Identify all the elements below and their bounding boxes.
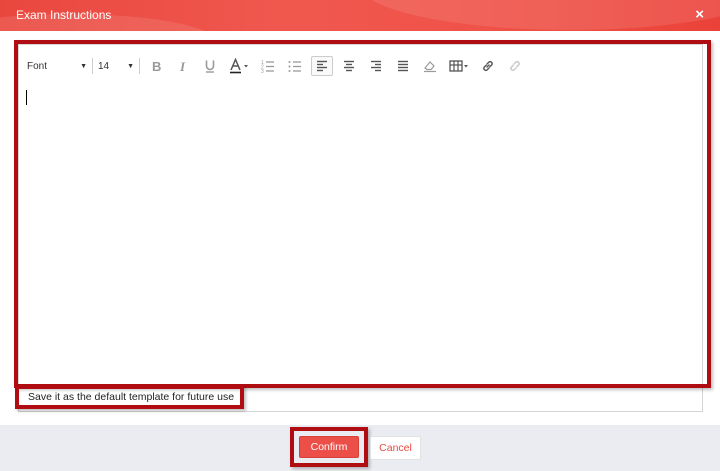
align-justify-button[interactable] [392,56,414,76]
font-family-select[interactable]: Font ▼ [27,56,87,76]
link-button[interactable] [477,56,499,76]
titlebar-decoration [360,0,720,30]
font-color-icon [230,58,248,74]
align-right-button[interactable] [365,56,387,76]
font-family-value: Font [27,60,48,72]
editor-content[interactable] [27,89,694,373]
editor-toolbar: Font ▼ 14 ▼ B I 1 2 3 [27,55,531,77]
bold-icon: B [152,59,161,73]
align-left-icon [317,60,327,72]
chevron-down-icon: ▼ [127,62,134,70]
table-button[interactable] [446,56,472,76]
toolbar-divider [139,58,140,74]
confirm-button[interactable]: Confirm [299,436,359,458]
clear-format-icon [424,61,436,73]
chevron-down-icon: ▼ [80,62,87,70]
dialog-title: Exam Instructions [16,8,112,22]
dialog-footer: Confirm Cancel [0,425,720,471]
font-color-button[interactable] [226,56,252,76]
underline-button[interactable] [199,56,221,76]
align-center-button[interactable] [338,56,360,76]
svg-text:I: I [179,59,186,73]
italic-icon: I [179,59,186,73]
link-icon [483,61,493,71]
font-size-value: 14 [98,60,110,72]
svg-text:B: B [152,59,161,73]
italic-button[interactable]: I [172,56,194,76]
ordered-list-button[interactable]: 123 [257,56,279,76]
unordered-list-button[interactable] [284,56,306,76]
ordered-list-icon: 123 [261,60,274,73]
cancel-button[interactable]: Cancel [370,436,421,460]
unlink-icon [510,61,520,71]
save-default-template-option[interactable]: Save it as the default template for futu… [15,385,244,409]
bold-button[interactable]: B [145,56,167,76]
table-icon [449,60,468,72]
font-size-select[interactable]: 14 ▼ [98,56,134,76]
exam-instructions-dialog: Exam Instructions × Font ▼ 14 ▼ B I 1 2 … [0,0,720,471]
unordered-list-icon [288,61,301,72]
close-icon[interactable]: × [695,6,704,24]
rich-text-editor[interactable]: Font ▼ 14 ▼ B I 1 2 3 [18,44,703,382]
align-center-icon [344,60,354,72]
align-justify-icon [398,60,408,72]
clear-format-button[interactable] [419,56,441,76]
svg-text:3: 3 [261,69,264,73]
toolbar-divider [92,58,93,74]
confirm-highlight-box: Confirm [290,427,368,467]
align-right-icon [371,60,381,72]
save-default-label: Save it as the default template for futu… [28,391,235,403]
dialog-body: Font ▼ 14 ▼ B I 1 2 3 Save it as the def… [0,31,720,425]
unlink-button[interactable] [504,56,526,76]
dialog-titlebar: Exam Instructions × [0,0,720,31]
underline-icon [205,60,215,73]
align-left-button[interactable] [311,56,333,76]
